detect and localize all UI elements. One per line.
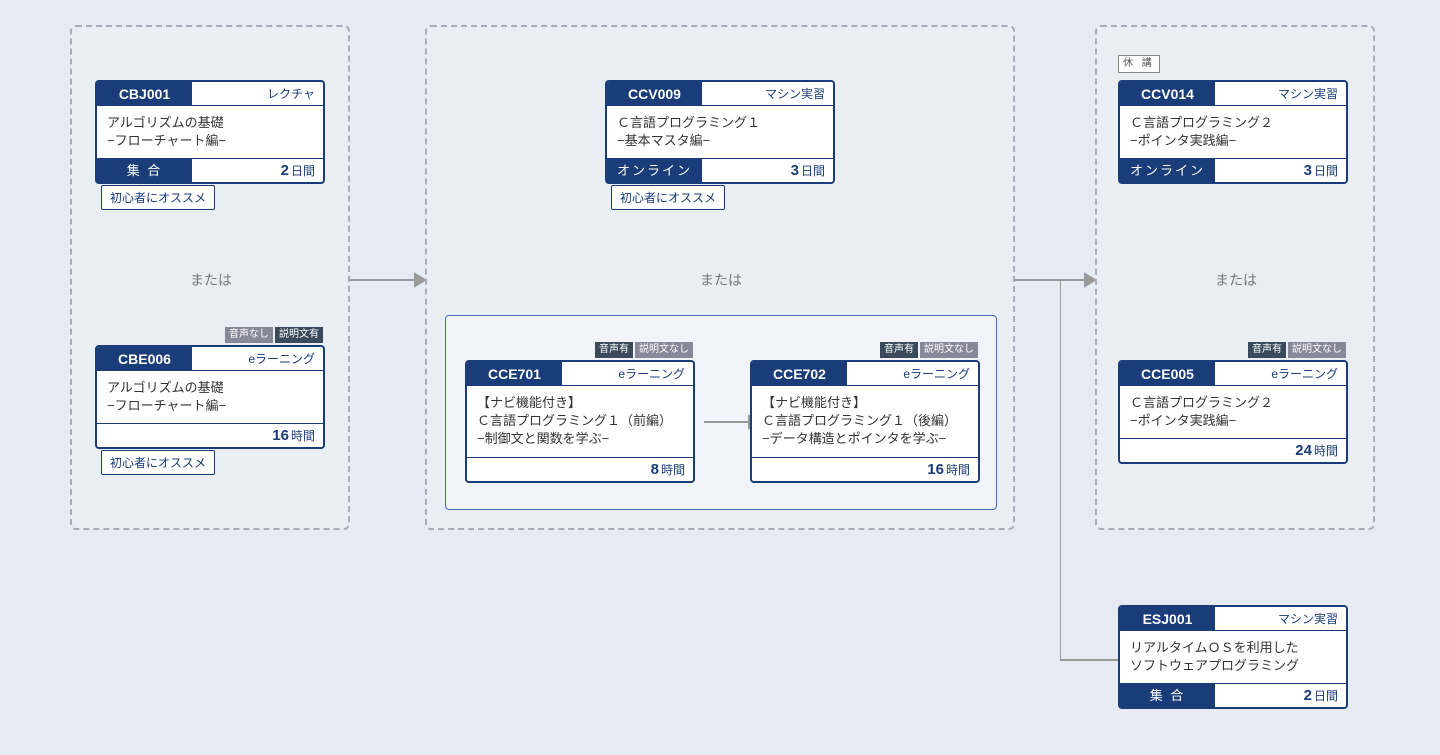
card-code: CCE702 bbox=[752, 362, 847, 386]
card-duration: 8時間 bbox=[467, 458, 693, 481]
card-body: アルゴリズムの基礎−フローチャート編− bbox=[97, 371, 323, 423]
card-type: eラーニング bbox=[192, 347, 323, 371]
card-body: 【ナビ機能付き】Ｃ言語プログラミング１（前編）−制御文と関数を学ぶ− bbox=[467, 386, 693, 457]
card-type: eラーニング bbox=[562, 362, 693, 386]
beginner-badge: 初心者にオススメ bbox=[101, 185, 215, 210]
card-code: CCV009 bbox=[607, 82, 702, 106]
card-duration: 3日間 bbox=[1215, 159, 1346, 182]
card-body: Ｃ言語プログラミング２−ポインタ実践編− bbox=[1120, 106, 1346, 158]
or-label-2: または bbox=[700, 270, 742, 290]
or-label-1: または bbox=[190, 270, 232, 290]
audio-tag: 音声有 bbox=[880, 342, 918, 358]
or-label-3: または bbox=[1215, 270, 1257, 290]
card-duration: 3日間 bbox=[702, 159, 833, 182]
text-tag: 説明文有 bbox=[275, 327, 323, 343]
beginner-badge: 初心者にオススメ bbox=[611, 185, 725, 210]
card-type: マシン実習 bbox=[702, 82, 833, 106]
audio-tag: 音声有 bbox=[595, 342, 633, 358]
audio-tag: 音声有 bbox=[1248, 342, 1286, 358]
card-code: CCE701 bbox=[467, 362, 562, 386]
suspended-tag: 休 講 bbox=[1118, 55, 1160, 73]
beginner-badge: 初心者にオススメ bbox=[101, 450, 215, 475]
text-tag: 説明文なし bbox=[920, 342, 978, 358]
card-mode: 集 合 bbox=[97, 159, 192, 182]
audio-tag: 音声なし bbox=[225, 327, 273, 343]
card-duration: 24時間 bbox=[1120, 439, 1346, 462]
card-code: CBJ001 bbox=[97, 82, 192, 106]
card-mode: オンライン bbox=[1120, 159, 1215, 182]
card-cce702[interactable]: 音声有 説明文なし CCE702 eラーニング 【ナビ機能付き】Ｃ言語プログラミ… bbox=[750, 360, 980, 483]
card-body: 【ナビ機能付き】Ｃ言語プログラミング１（後編）−データ構造とポインタを学ぶ− bbox=[752, 386, 978, 457]
card-body: Ｃ言語プログラミング２−ポインタ実践編− bbox=[1120, 386, 1346, 438]
arrow-1-to-2 bbox=[350, 270, 425, 290]
card-duration: 16時間 bbox=[752, 458, 978, 481]
card-body: リアルタイムＯＳを利用したソフトウェアプログラミング bbox=[1120, 631, 1346, 683]
card-type: eラーニング bbox=[847, 362, 978, 386]
card-cce005[interactable]: 音声有 説明文なし CCE005 eラーニング Ｃ言語プログラミング２−ポインタ… bbox=[1118, 360, 1348, 464]
card-esj001[interactable]: ESJ001 マシン実習 リアルタイムＯＳを利用したソフトウェアプログラミング … bbox=[1118, 605, 1348, 709]
card-body: Ｃ言語プログラミング１−基本マスタ編− bbox=[607, 106, 833, 158]
text-tag: 説明文なし bbox=[1288, 342, 1346, 358]
card-type: マシン実習 bbox=[1215, 607, 1346, 631]
card-cbe006[interactable]: 音声なし 説明文有 CBE006 eラーニング アルゴリズムの基礎−フローチャー… bbox=[95, 345, 325, 449]
card-cce701[interactable]: 音声有 説明文なし CCE701 eラーニング 【ナビ機能付き】Ｃ言語プログラミ… bbox=[465, 360, 695, 483]
card-code: CCE005 bbox=[1120, 362, 1215, 386]
card-cbj001[interactable]: CBJ001 レクチャ アルゴリズムの基礎−フローチャート編− 集 合 2日間 … bbox=[95, 80, 325, 184]
text-tag: 説明文なし bbox=[635, 342, 693, 358]
card-code: ESJ001 bbox=[1120, 607, 1215, 631]
card-ccv009[interactable]: CCV009 マシン実習 Ｃ言語プログラミング１−基本マスタ編− オンライン 3… bbox=[605, 80, 835, 184]
card-code: CBE006 bbox=[97, 347, 192, 371]
card-type: マシン実習 bbox=[1215, 82, 1346, 106]
card-type: eラーニング bbox=[1215, 362, 1346, 386]
card-duration: 16時間 bbox=[97, 424, 323, 447]
card-duration: 2日間 bbox=[192, 159, 323, 182]
card-code: CCV014 bbox=[1120, 82, 1215, 106]
card-mode: オンライン bbox=[607, 159, 702, 182]
card-mode: 集 合 bbox=[1120, 684, 1215, 707]
card-type: レクチャ bbox=[192, 82, 323, 106]
card-duration: 2日間 bbox=[1215, 684, 1346, 707]
card-body: アルゴリズムの基礎−フローチャート編− bbox=[97, 106, 323, 158]
card-ccv014[interactable]: CCV014 マシン実習 Ｃ言語プログラミング２−ポインタ実践編− オンライン … bbox=[1118, 80, 1348, 184]
